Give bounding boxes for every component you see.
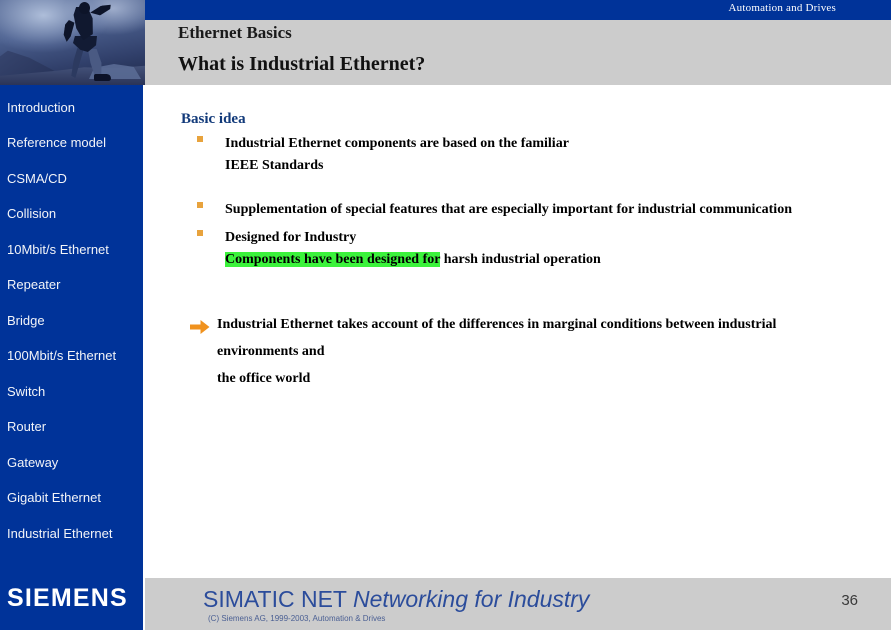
highlight-trailing-text: harsh industrial operation	[440, 252, 601, 267]
square-bullet-icon	[197, 202, 203, 208]
callout-line-2: environments and	[217, 344, 325, 359]
siemens-logo: SIEMENS	[7, 584, 128, 612]
photo-hiker-head	[79, 2, 90, 14]
page-number: 36	[841, 592, 858, 609]
square-bullet-icon	[197, 230, 203, 236]
bullet-text: Industrial Ethernet components are based…	[225, 136, 569, 151]
sidebar-item-10mbit-ethernet[interactable]: 10Mbit/s Ethernet	[7, 242, 109, 257]
sidebar-item-bridge[interactable]: Bridge	[7, 313, 45, 328]
highlight-span: Components have been designed for	[225, 252, 441, 267]
footer-title-primary: SIMATIC NET	[203, 586, 353, 612]
page-title: What is Industrial Ethernet?	[178, 53, 426, 75]
arrow-right-icon	[190, 320, 210, 334]
slide-kicker: Ethernet Basics	[178, 23, 292, 42]
footer-logo-block: SIEMENS	[0, 578, 143, 630]
title-band: Ethernet Basics What is Industrial Ether…	[145, 20, 891, 85]
bullet-text: Supplementation of special features that…	[225, 202, 792, 217]
slide-content: Basic idea Industrial Ethernet component…	[145, 85, 891, 572]
sidebar-item-gigabit-ethernet[interactable]: Gigabit Ethernet	[7, 490, 101, 505]
footer-title-italic: Networking for Industry	[352, 586, 590, 612]
footer-copyright: (C) Siemens AG, 1999-2003, Automation & …	[208, 614, 386, 623]
sidebar-item-collision[interactable]: Collision	[7, 206, 56, 221]
bullet-continuation-text: IEEE Standards	[225, 158, 324, 173]
sidebar-item-repeater[interactable]: Repeater	[7, 277, 60, 292]
highlighted-statement: Components have been designed for harsh …	[225, 252, 601, 268]
sidebar-item-100mbit-ethernet[interactable]: 100Mbit/s Ethernet	[7, 348, 116, 363]
square-bullet-icon	[197, 136, 203, 142]
hero-photo	[0, 0, 145, 85]
sidebar-item-switch[interactable]: Switch	[7, 384, 45, 399]
footer-title: SIMATIC NET Networking for Industry	[203, 586, 589, 613]
callout-line-1: Industrial Ethernet takes account of the…	[217, 317, 777, 332]
sidebar-item-industrial-ethernet[interactable]: Industrial Ethernet	[7, 526, 113, 541]
sidebar-item-csma-cd[interactable]: CSMA/CD	[7, 171, 67, 186]
sidebar-item-router[interactable]: Router	[7, 419, 46, 434]
section-heading: Basic idea	[181, 111, 246, 127]
bullet-text: Designed for Industry	[225, 230, 357, 245]
sidebar-nav: Introduction Reference model CSMA/CD Col…	[0, 85, 143, 630]
sidebar-item-introduction[interactable]: Introduction	[7, 100, 75, 115]
photo-hiker-shoe	[94, 74, 111, 81]
top-blue-bar: Automation and Drives	[145, 0, 891, 20]
sidebar-item-gateway[interactable]: Gateway	[7, 455, 58, 470]
footer-bar: SIMATIC NET Networking for Industry (C) …	[145, 578, 891, 630]
callout-line-3: the office world	[217, 371, 311, 386]
sidebar-item-reference-model[interactable]: Reference model	[7, 135, 106, 150]
division-label: Automation and Drives	[728, 2, 836, 14]
